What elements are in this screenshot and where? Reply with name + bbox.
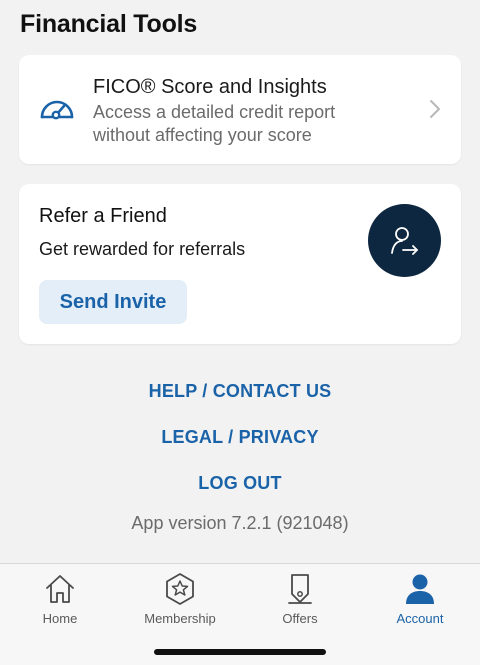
home-icon — [46, 575, 74, 603]
legal-privacy-link[interactable]: LEGAL / PRIVACY — [0, 427, 480, 448]
chevron-right-icon — [430, 100, 440, 118]
tab-home[interactable]: Home — [0, 572, 120, 632]
membership-star-icon — [166, 573, 194, 605]
tab-account-label: Account — [396, 611, 444, 626]
help-contact-link[interactable]: HELP / CONTACT US — [0, 381, 480, 402]
fico-card[interactable]: FICO® Score and Insights Access a detail… — [19, 55, 461, 164]
account-person-icon — [406, 574, 434, 604]
tab-membership[interactable]: Membership — [120, 572, 240, 632]
section-title: Financial Tools — [20, 10, 198, 38]
gauge-icon — [40, 100, 74, 120]
fico-description-line2: without affecting your score — [93, 125, 312, 145]
refer-avatar[interactable] — [368, 204, 441, 277]
send-invite-button[interactable]: Send Invite — [39, 280, 187, 324]
fico-description-line1: Access a detailed credit report — [93, 102, 336, 122]
app-version: App version 7.2.1 (921048) — [131, 513, 349, 533]
logout-link[interactable]: LOG OUT — [0, 473, 480, 494]
offers-tag-icon — [288, 574, 312, 604]
tab-offers[interactable]: Offers — [240, 572, 360, 632]
refer-card: Refer a Friend Get rewarded for referral… — [19, 184, 461, 344]
tab-offers-label: Offers — [282, 611, 318, 626]
fico-text: FICO® Score and Insights Access a detail… — [93, 74, 393, 147]
home-indicator — [154, 649, 326, 655]
refer-title: Refer a Friend — [39, 205, 167, 227]
fico-title: FICO® Score and Insights — [93, 76, 327, 98]
refer-subtitle: Get rewarded for referrals — [39, 239, 246, 259]
tab-account[interactable]: Account — [360, 572, 480, 632]
tab-membership-label: Membership — [144, 611, 216, 626]
person-share-icon — [390, 226, 418, 255]
tab-home-label: Home — [42, 611, 78, 626]
